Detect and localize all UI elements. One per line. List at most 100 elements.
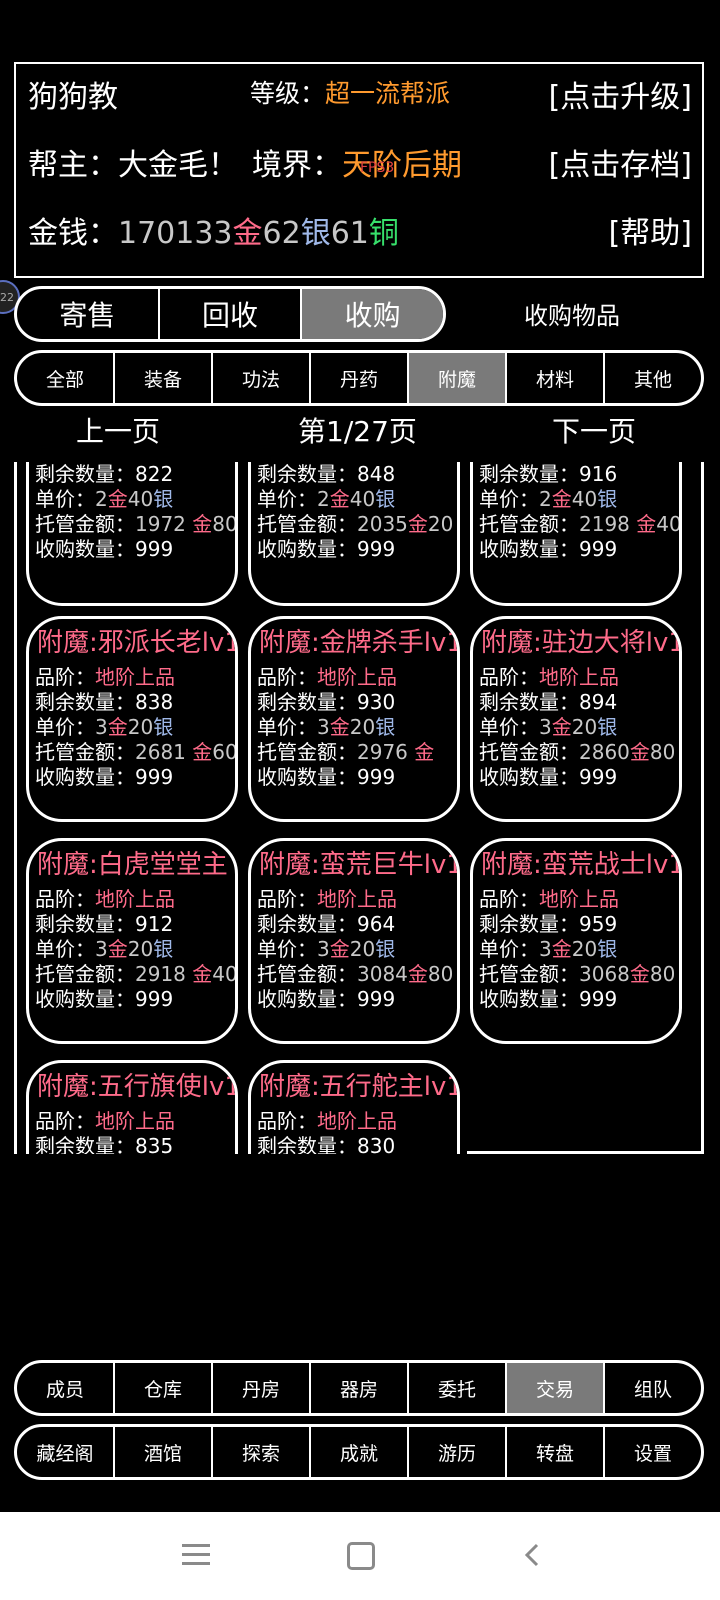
category-other[interactable]: 其他 (605, 353, 701, 403)
home-icon[interactable] (347, 1542, 375, 1570)
escrow-silver: 80 (649, 962, 676, 986)
category-enchant-label: 附魔 (437, 368, 476, 391)
escrow-gold: 2976 (357, 740, 415, 764)
category-material-label: 材料 (535, 368, 574, 391)
purchase-card[interactable]: 剩余数量：822 单价：2金40银 托管金额：1972 金80 收购数量：999 (26, 462, 238, 606)
category-skill[interactable]: 功法 (213, 353, 311, 403)
remain-label: 剩余数量： (257, 1134, 357, 1154)
prev-page-button[interactable]: 上一页 (76, 410, 160, 450)
escrow-label: 托管金额： (257, 962, 357, 986)
level-value: 超一流帮派 (325, 79, 451, 108)
menu-forge[interactable]: 器房 (311, 1363, 409, 1413)
price-silver: 20 (127, 715, 154, 739)
tab-consign[interactable]: 寄售 (17, 289, 160, 339)
buy-qty-line: 收购数量：999 (479, 765, 679, 790)
escrow-line: 托管金额：2860金80 (479, 740, 679, 765)
gold-unit: 金 (107, 937, 128, 961)
remain-label: 剩余数量： (479, 690, 579, 714)
purchase-card[interactable]: 附魔:邪派长老lv1 品阶：地阶上品 剩余数量：838 单价：3金20银 托管金… (26, 616, 238, 822)
purchase-card[interactable]: 附魔:蛮荒巨牛lv1 品阶：地阶上品 剩余数量：964 单价：3金20银 托管金… (248, 838, 460, 1044)
menu-trade[interactable]: 交易 (507, 1363, 605, 1413)
remain-value: 848 (357, 462, 396, 486)
purchase-card[interactable]: 附魔:金牌杀手lv1 品阶：地阶上品 剩余数量：930 单价：3金20银 托管金… (248, 616, 460, 822)
purchase-card[interactable]: 附魔:蛮荒战士lv1 品阶：地阶上品 剩余数量：959 单价：3金20银 托管金… (470, 838, 682, 1044)
category-all-label: 全部 (45, 368, 84, 391)
gold-unit: 金 (232, 216, 263, 251)
gold-unit: 金 (329, 487, 350, 511)
item-title: 附魔:五行舵主lv1 (259, 1072, 460, 1102)
category-pill[interactable]: 丹药 (311, 353, 409, 403)
remain-value: 822 (135, 462, 174, 486)
menu-tavern[interactable]: 酒馆 (115, 1427, 213, 1477)
sect-level: 等级：超一流帮派 (250, 74, 450, 110)
money-label: 金钱： (28, 216, 118, 251)
purchase-card[interactable]: 附魔:五行旗使lv1 品阶：地阶上品 剩余数量：835 (26, 1060, 238, 1154)
buy-qty-value: 999 (357, 537, 396, 561)
silver-unit: 银 (300, 216, 331, 251)
upgrade-button[interactable]: [点击升级] (549, 72, 692, 116)
price-line: 单价：2金40银 (35, 487, 235, 512)
menu-alchemy[interactable]: 丹房 (213, 1363, 311, 1413)
help-button[interactable]: [帮助] (609, 208, 692, 252)
buy-qty-value: 999 (579, 987, 618, 1011)
remain-value: 959 (579, 912, 618, 936)
save-button[interactable]: [点击存档] (549, 140, 692, 184)
menu-commission[interactable]: 委托 (409, 1363, 507, 1413)
gold-unit: 金 (192, 740, 213, 764)
silver-unit: 银 (597, 715, 618, 739)
escrow-label: 托管金额： (479, 512, 579, 536)
price-line: 单价：3金20银 (479, 715, 679, 740)
remain-label: 剩余数量： (35, 912, 135, 936)
remain-label: 剩余数量： (35, 1134, 135, 1154)
category-enchant[interactable]: 附魔 (409, 353, 507, 403)
item-title: 附魔:蛮荒战士lv1 (481, 850, 682, 880)
escrow-label: 托管金额： (35, 740, 135, 764)
menu-members[interactable]: 成员 (17, 1363, 115, 1413)
purchase-card[interactable]: 剩余数量：916 单价：2金40银 托管金额：2198 金40 收购数量：999 (470, 462, 682, 606)
menu-explore[interactable]: 探索 (213, 1427, 311, 1477)
back-icon[interactable] (520, 1542, 546, 1568)
escrow-label: 托管金额： (35, 962, 135, 986)
buy-qty-line: 收购数量：999 (35, 987, 235, 1012)
purchase-card[interactable]: 剩余数量：848 单价：2金40银 托管金额：2035金20 收购数量：999 (248, 462, 460, 606)
menu-library[interactable]: 藏经阁 (17, 1427, 115, 1477)
grade-label: 品阶： (35, 887, 95, 911)
escrow-line: 托管金额：2918 金40 (35, 962, 235, 987)
item-title: 附魔:五行旗使lv1 (37, 1072, 238, 1102)
escrow-line: 托管金额：3084金80 (257, 962, 457, 987)
menu-party[interactable]: 组队 (605, 1363, 701, 1413)
purchase-card[interactable]: 附魔:白虎堂堂主 品阶：地阶上品 剩余数量：912 单价：3金20银 托管金额：… (26, 838, 238, 1044)
price-line: 单价：3金20银 (35, 937, 235, 962)
menu-icon[interactable] (182, 1542, 210, 1566)
menu-warehouse[interactable]: 仓库 (115, 1363, 213, 1413)
category-all[interactable]: 全部 (17, 353, 115, 403)
escrow-gold: 2681 (135, 740, 193, 764)
menu-achievements[interactable]: 成就 (311, 1427, 409, 1477)
menu-wheel[interactable]: 转盘 (507, 1427, 605, 1477)
menu-settings[interactable]: 设置 (605, 1427, 701, 1477)
price-gold: 2 (95, 487, 108, 511)
menu-travel[interactable]: 游历 (409, 1427, 507, 1477)
silver-unit: 银 (375, 715, 396, 739)
tab-purchase[interactable]: 收购 (302, 289, 443, 339)
category-equipment[interactable]: 装备 (115, 353, 213, 403)
purchase-card[interactable]: 附魔:驻边大将lv1 品阶：地阶上品 剩余数量：894 单价：3金20银 托管金… (470, 616, 682, 822)
price-line: 单价：3金20银 (257, 715, 457, 740)
list-bottom-border (467, 1151, 704, 1154)
purchase-card[interactable]: 附魔:五行舵主lv1 品阶：地阶上品 剩余数量：830 (248, 1060, 460, 1154)
remain-line: 剩余数量：838 (35, 690, 235, 715)
item-list[interactable]: 剩余数量：822 单价：2金40银 托管金额：1972 金80 收购数量：999… (14, 462, 704, 1154)
price-silver: 20 (571, 937, 598, 961)
tab-recycle[interactable]: 回收 (160, 289, 303, 339)
remain-line: 剩余数量：964 (257, 912, 457, 937)
escrow-gold: 2918 (135, 962, 193, 986)
silver-unit: 银 (597, 487, 618, 511)
category-material[interactable]: 材料 (507, 353, 605, 403)
menu-settings-label: 设置 (633, 1442, 672, 1465)
price-gold: 3 (317, 715, 330, 739)
remain-label: 剩余数量： (479, 912, 579, 936)
remain-line: 剩余数量：835 (35, 1134, 235, 1154)
price-silver: 20 (349, 715, 376, 739)
price-silver: 40 (571, 487, 598, 511)
next-page-button[interactable]: 下一页 (552, 410, 636, 450)
